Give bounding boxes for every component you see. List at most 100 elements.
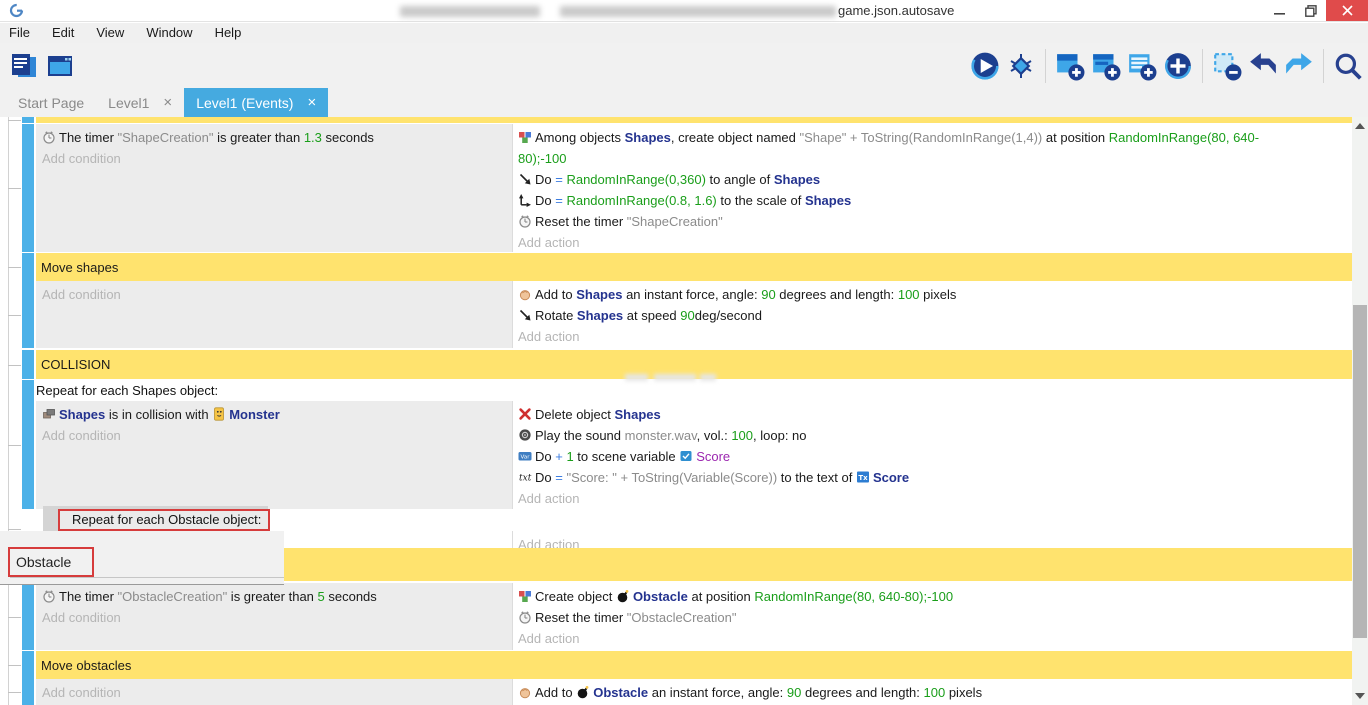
add-action-button[interactable]: Add action <box>518 232 1304 253</box>
add-condition-button[interactable]: Add condition <box>42 148 508 169</box>
add-event-button[interactable] <box>1052 47 1088 85</box>
event-body: The timer "ObstacleCreation" is greater … <box>36 583 1352 650</box>
conditions-column[interactable]: Add condition <box>36 281 512 348</box>
project-manager-button[interactable] <box>6 47 42 85</box>
scale-icon <box>518 193 532 207</box>
menu-item-file[interactable]: File <box>0 23 41 43</box>
scroll-up-arrow-icon[interactable] <box>1355 123 1365 129</box>
tab-start-page[interactable]: Start Page <box>6 88 96 117</box>
action-line[interactable]: Delete object Shapes <box>518 404 1304 425</box>
add-new-button[interactable] <box>1160 47 1196 85</box>
event-drag-handle[interactable] <box>22 350 34 379</box>
menu-item-window[interactable]: Window <box>135 23 203 43</box>
debug-button[interactable] <box>1003 47 1039 85</box>
event-drag-handle[interactable] <box>22 583 34 650</box>
condition-line[interactable]: The timer "ObstacleCreation" is greater … <box>42 586 508 607</box>
actions-column[interactable]: Add to Obstacle an instant force, angle:… <box>512 679 1352 705</box>
text-segment: at speed <box>623 308 680 323</box>
action-line[interactable]: Do = RandomInRange(0.8, 1.6) to the scal… <box>518 190 1304 211</box>
tree-tick <box>8 188 21 189</box>
autocomplete-item[interactable]: Obstacle <box>8 547 94 577</box>
actions-column[interactable]: Among objects Shapes, create object name… <box>512 124 1352 252</box>
condition-line[interactable]: Shapes is in collision with Monster <box>42 404 508 425</box>
repeat-event-header[interactable]: Repeat for each Shapes object: <box>36 380 1352 401</box>
selected-repeat-header[interactable]: Repeat for each Obstacle object: <box>58 509 270 531</box>
tab-label: Level1 (Events) <box>196 95 293 111</box>
text-segment: 90 <box>761 287 775 302</box>
actions-column[interactable]: Delete object ShapesPlay the sound monst… <box>512 401 1352 509</box>
blurred-title-text <box>400 6 540 17</box>
scene-editor-button[interactable] <box>42 47 78 85</box>
comment-row[interactable]: Move obstacles <box>0 651 1352 679</box>
scrollbar-thumb[interactable] <box>1353 305 1367 638</box>
action-line[interactable]: txtDo = "Score: " + ToString(Variable(Sc… <box>518 467 1304 488</box>
tab-level1-events-[interactable]: Level1 (Events) × <box>184 88 328 117</box>
comment-band[interactable]: Move obstacles <box>36 651 1352 679</box>
title-bar: game.json.autosave <box>0 0 1368 22</box>
toolbar-separator <box>1202 49 1203 83</box>
scroll-down-arrow-icon[interactable] <box>1355 693 1365 699</box>
action-line[interactable]: Create object Obstacle at position Rando… <box>518 586 1304 607</box>
actions-column[interactable]: Add action <box>512 531 1352 548</box>
action-line[interactable]: Reset the timer "ObstacleCreation" <box>518 607 1304 628</box>
redo-button[interactable] <box>1281 47 1317 85</box>
repeat-event-header[interactable]: Repeat for each Obstacle object: <box>36 509 1352 531</box>
text-segment: RandomInRange(0.8, 1.6) <box>566 193 716 208</box>
tab-close-icon[interactable]: × <box>307 94 316 111</box>
event-row: Add condition Add to Obstacle an instant … <box>0 679 1352 705</box>
event-drag-handle[interactable] <box>22 124 34 252</box>
add-condition-button[interactable]: Add condition <box>42 607 508 628</box>
add-subevent-button[interactable] <box>1088 47 1124 85</box>
tree-tick <box>8 315 21 316</box>
text-segment: Score <box>873 470 909 485</box>
add-condition-button[interactable]: Add condition <box>42 682 508 703</box>
action-line[interactable]: Play the sound monster.wav, vol.: 100, l… <box>518 425 1304 446</box>
actions-column[interactable]: Create object Obstacle at position Rando… <box>512 583 1352 650</box>
event-drag-handle[interactable] <box>22 679 34 705</box>
action-line[interactable]: Rotate Shapes at speed 90deg/second <box>518 305 1304 326</box>
timer-icon <box>518 610 532 624</box>
action-line[interactable]: Do = RandomInRange(0,360) to angle of Sh… <box>518 169 1304 190</box>
comment-row[interactable]: Move shapes <box>0 253 1352 281</box>
condition-line[interactable]: The timer "ShapeCreation" is greater tha… <box>42 127 508 148</box>
menu-item-help[interactable]: Help <box>204 23 253 43</box>
conditions-column[interactable]: The timer "ObstacleCreation" is greater … <box>36 583 512 650</box>
action-line[interactable]: Add to Shapes an instant force, angle: 9… <box>518 284 1304 305</box>
menu-bar: FileEditViewWindowHelp <box>0 23 1368 43</box>
add-action-button[interactable]: Add action <box>518 628 1304 649</box>
add-condition-button[interactable]: Add condition <box>42 284 508 305</box>
event-blocks: The timer "ShapeCreation" is greater tha… <box>0 117 1352 705</box>
tab-close-icon[interactable]: × <box>163 94 172 111</box>
restore-button[interactable] <box>1296 0 1326 21</box>
tab-level1[interactable]: Level1× <box>96 88 184 117</box>
menu-item-edit[interactable]: Edit <box>41 23 85 43</box>
comment-band[interactable]: Move shapes <box>36 253 1352 281</box>
play-button[interactable] <box>967 47 1003 85</box>
minimize-button[interactable] <box>1264 0 1294 21</box>
toolbar-separator <box>1045 49 1046 83</box>
search-button[interactable] <box>1330 47 1366 85</box>
conditions-column[interactable]: The timer "ShapeCreation" is greater tha… <box>36 124 512 252</box>
conditions-column[interactable]: Shapes is in collision with MonsterAdd c… <box>36 401 512 509</box>
close-button[interactable] <box>1326 0 1368 21</box>
add-comment-button[interactable] <box>1124 47 1160 85</box>
event-drag-handle[interactable] <box>22 281 34 348</box>
undo-button[interactable] <box>1245 47 1281 85</box>
action-line[interactable]: Reset the timer "ShapeCreation" <box>518 211 1304 232</box>
menu-item-view[interactable]: View <box>85 23 135 43</box>
actions-column[interactable]: Add to Shapes an instant force, angle: 9… <box>512 281 1352 348</box>
text-segment: , create object named <box>671 130 800 145</box>
action-line[interactable]: Among objects Shapes, create object name… <box>518 127 1304 169</box>
event-drag-handle[interactable] <box>22 380 34 509</box>
add-action-button[interactable]: Add action <box>518 488 1304 509</box>
vertical-scrollbar[interactable] <box>1352 117 1368 705</box>
text-segment: Monster <box>229 407 280 422</box>
conditions-column[interactable]: Add condition <box>36 679 512 705</box>
event-drag-handle[interactable] <box>22 253 34 281</box>
add-action-button[interactable]: Add action <box>518 326 1304 347</box>
remove-event-button[interactable] <box>1209 47 1245 85</box>
action-line[interactable]: VarDo + 1 to scene variable Score <box>518 446 1304 467</box>
event-drag-handle[interactable] <box>22 651 34 679</box>
add-condition-button[interactable]: Add condition <box>42 425 508 446</box>
action-line[interactable]: Add to Obstacle an instant force, angle:… <box>518 682 1304 703</box>
